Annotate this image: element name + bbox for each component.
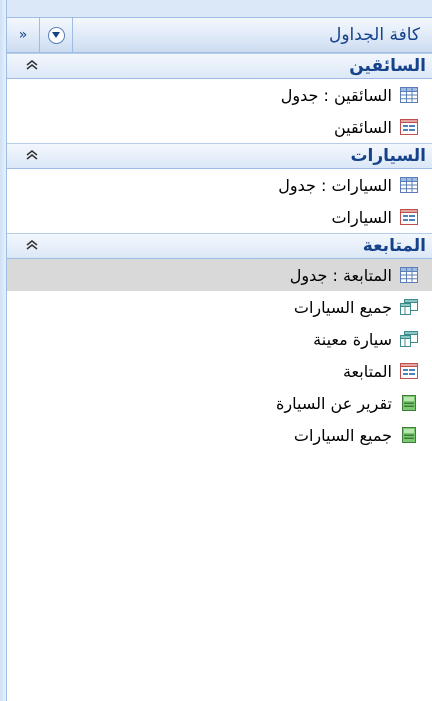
collapse-group-icon[interactable] [7,58,57,74]
nav-item[interactable]: المتابعة [7,355,432,387]
report-icon [400,427,418,443]
nav-item-label: جميع السيارات [293,425,392,445]
nav-item[interactable]: السائقين [7,111,432,143]
collapse-group-icon[interactable] [7,238,57,254]
form-icon [400,209,418,225]
form-icon [400,363,418,379]
groups-container: السائقين السائقين : جدول السائقين السيارات ا… [7,53,432,451]
group-header[interactable]: السيارات [7,143,432,169]
group-header[interactable]: المتابعة [7,233,432,259]
nav-item[interactable]: سيارة معينة [7,323,432,355]
navigation-pane-header[interactable]: كافة الجداول » [7,17,432,53]
pane-menu-button[interactable] [39,18,73,52]
nav-item-label: المتابعة [342,361,392,381]
pane-top-strip [7,0,432,17]
double-chevron-right-icon: » [18,27,28,43]
navigation-pane-title[interactable]: كافة الجداول [73,25,432,45]
chevron-down-circle-icon [47,26,65,44]
nav-item[interactable]: المتابعة : جدول [7,259,432,291]
nav-item[interactable]: تقرير عن السيارة [7,387,432,419]
nav-item-label: السيارات [331,207,392,227]
query-icon [400,299,418,315]
collapse-group-icon[interactable] [7,148,57,164]
table-icon [400,177,418,193]
nav-item[interactable]: السيارات : جدول [7,169,432,201]
nav-item-label: السائقين : جدول [280,85,392,105]
nav-item-label: تقرير عن السيارة [276,393,392,413]
nav-item-label: سيارة معينة [313,329,392,349]
form-icon [400,119,418,135]
nav-item-label: جميع السيارات [293,297,392,317]
nav-item[interactable]: السائقين : جدول [7,79,432,111]
nav-item[interactable]: جميع السيارات [7,419,432,451]
nav-item-label: المتابعة : جدول [289,265,392,285]
report-icon [400,395,418,411]
group-title: السائقين [349,56,426,76]
shutter-collapse-button[interactable]: » [7,18,39,52]
nav-item-label: السائقين [333,117,392,137]
group-title: المتابعة [362,236,426,256]
table-icon [400,267,418,283]
nav-item[interactable]: السيارات [7,201,432,233]
query-icon [400,331,418,347]
navigation-pane: كافة الجداول » السائقين السائقين : جدول ال… [7,0,432,701]
table-icon [400,87,418,103]
nav-item-label: السيارات : جدول [278,175,392,195]
nav-item[interactable]: جميع السيارات [7,291,432,323]
pane-left-border [0,0,7,701]
group-header[interactable]: السائقين [7,53,432,79]
group-title: السيارات [350,146,426,166]
